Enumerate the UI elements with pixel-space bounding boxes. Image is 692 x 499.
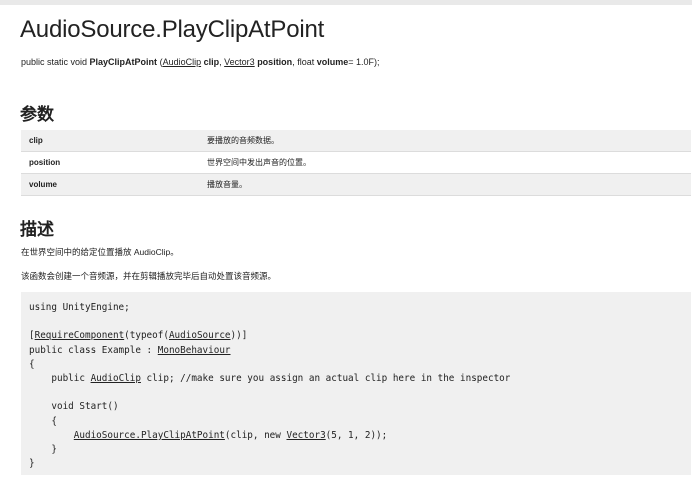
signature-param-volume: volume bbox=[316, 57, 349, 67]
vector3-type-link[interactable]: Vector3 bbox=[224, 57, 255, 67]
audioclip-type-link[interactable]: AudioClip bbox=[163, 57, 202, 67]
code-line: { bbox=[29, 415, 57, 427]
page-title: AudioSource.PlayClipAtPoint bbox=[20, 16, 325, 43]
code-text: (typeof( bbox=[124, 330, 169, 342]
code-text: public bbox=[29, 373, 91, 385]
table-row: position 世界空间中发出声音的位置。 bbox=[21, 151, 691, 174]
code-text: (clip, new bbox=[224, 429, 287, 441]
description-text-2: 该函数会创建一个音频源，并在剪辑播放完毕后自动处置该音频源。 bbox=[21, 271, 277, 281]
code-block: using UnityEngine; [RequireComponent(typ… bbox=[29, 301, 510, 471]
audiosource-link[interactable]: AudioSource bbox=[169, 330, 231, 341]
signature-method: PlayClipAtPoint bbox=[89, 57, 158, 67]
param-desc: 播放音量。 bbox=[199, 173, 691, 196]
code-text: (5, 1, 2)); bbox=[325, 429, 388, 441]
signature-param-clip: clip bbox=[203, 57, 220, 67]
code-example: using UnityEngine; [RequireComponent(typ… bbox=[21, 292, 691, 475]
code-text: public class Example : bbox=[29, 344, 158, 356]
vector3-link[interactable]: Vector3 bbox=[286, 430, 325, 441]
audioclip-link[interactable]: AudioClip bbox=[91, 373, 141, 384]
code-line: { bbox=[29, 358, 35, 370]
code-line: } bbox=[29, 458, 35, 470]
monobehaviour-link[interactable]: MonoBehaviour bbox=[158, 345, 231, 356]
param-name: clip bbox=[21, 130, 199, 152]
signature-default: = 1.0F); bbox=[348, 57, 380, 67]
requirecomponent-link[interactable]: RequireComponent bbox=[35, 330, 125, 341]
code-text: ))] bbox=[230, 330, 248, 342]
param-name: volume bbox=[21, 173, 199, 196]
table-row: clip 要播放的音频数据。 bbox=[21, 130, 691, 152]
code-text: clip; //make sure you assign an actual c… bbox=[140, 373, 511, 385]
params-table: clip 要播放的音频数据。 position 世界空间中发出声音的位置。 vo… bbox=[21, 130, 691, 196]
top-bar bbox=[0, 0, 692, 5]
description-heading: 描述 bbox=[20, 220, 54, 239]
code-line: } bbox=[29, 444, 57, 456]
param-desc: 要播放的音频数据。 bbox=[199, 130, 691, 152]
param-desc: 世界空间中发出声音的位置。 bbox=[199, 151, 691, 174]
code-line: using UnityEngine; bbox=[29, 302, 130, 313]
description-text-1: 在世界空间中的给定位置播放 AudioClip。 bbox=[21, 247, 179, 257]
params-heading: 参数 bbox=[20, 105, 54, 124]
code-line: void Start() bbox=[29, 401, 119, 413]
signature-prefix: public static void bbox=[21, 57, 90, 67]
playclipatpoint-link[interactable]: AudioSource.PlayClipAtPoint bbox=[74, 430, 225, 441]
signature-separator: , float bbox=[292, 57, 317, 67]
param-name: position bbox=[21, 151, 199, 174]
method-signature: public static void PlayClipAtPoint (Audi… bbox=[21, 57, 379, 67]
signature-param-position: position bbox=[257, 57, 293, 67]
table-row: volume 播放音量。 bbox=[21, 173, 691, 196]
